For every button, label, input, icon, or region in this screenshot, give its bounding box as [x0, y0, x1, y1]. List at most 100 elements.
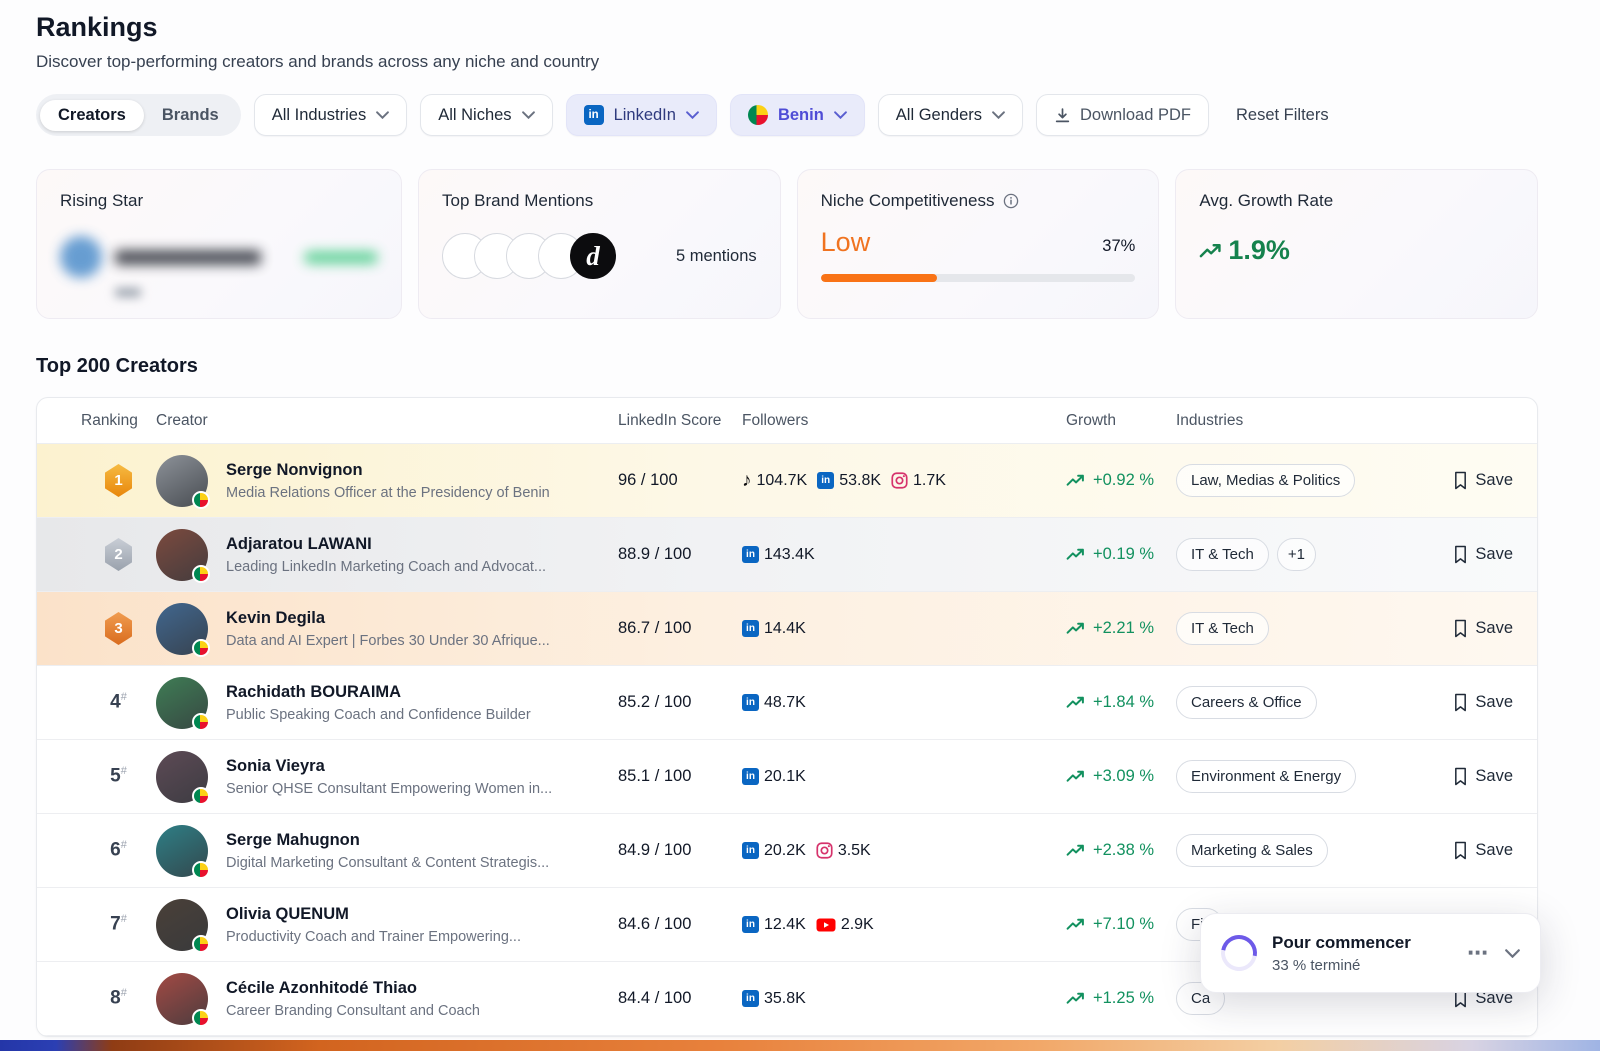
industry-extra-pill[interactable]: +1	[1277, 538, 1316, 571]
save-button[interactable]: Save	[1418, 767, 1513, 786]
trend-up-icon	[1066, 770, 1085, 783]
creator-name[interactable]: Olivia QUENUM	[226, 905, 521, 924]
rising-star-card: Rising Star	[36, 169, 402, 319]
trend-up-icon	[1066, 992, 1085, 1005]
table-row[interactable]: 1 Serge Nonvignon Media Relations Office…	[37, 444, 1537, 518]
table-row[interactable]: 2 Adjaratou LAWANI Leading LinkedIn Mark…	[37, 518, 1537, 592]
youtube-icon	[816, 918, 836, 932]
page-title: Rankings	[36, 12, 1538, 43]
linkedin-score: 96 / 100	[618, 471, 742, 490]
info-icon[interactable]	[1003, 193, 1019, 209]
rank-number: 4#	[110, 691, 127, 713]
linkedin-icon	[817, 472, 834, 489]
header-followers: Followers	[742, 412, 1066, 430]
chevron-down-icon	[376, 111, 389, 119]
onboarding-widget[interactable]: Pour commencer 33 % terminé	[1200, 913, 1541, 993]
header-creator: Creator	[156, 412, 618, 430]
creator-avatar	[156, 899, 208, 951]
linkedin-icon	[742, 768, 759, 785]
followers-cell: 14.4K	[742, 620, 1066, 638]
benin-flag-badge	[192, 787, 210, 805]
bookmark-icon	[1453, 471, 1468, 490]
creator-name[interactable]: Rachidath BOURAIMA	[226, 683, 531, 702]
creator-name[interactable]: Cécile Azonhitodé Thiao	[226, 979, 480, 998]
bottom-gradient-bar	[0, 1040, 1600, 1051]
industries-cell: Marketing & Sales	[1176, 834, 1418, 867]
table-row[interactable]: 6# Serge Mahugnon Digital Marketing Cons…	[37, 814, 1537, 888]
avg-growth-value: 1.9%	[1228, 235, 1290, 266]
onboarding-progress: 33 % terminé	[1272, 957, 1411, 974]
save-button[interactable]: Save	[1418, 471, 1513, 490]
creator-avatar	[156, 973, 208, 1025]
trend-up-icon	[1066, 844, 1085, 857]
chevron-down-icon	[992, 111, 1005, 119]
save-button[interactable]: Save	[1418, 545, 1513, 564]
creator-name[interactable]: Kevin Degila	[226, 609, 550, 628]
linkedin-icon	[742, 694, 759, 711]
follower-count-linkedin: 48.7K	[742, 694, 806, 712]
blurred-growth-badge	[304, 251, 378, 264]
industry-pill: Environment & Energy	[1176, 760, 1356, 793]
competitiveness-progress-fill	[821, 274, 937, 282]
industries-cell: IT & Tech+1	[1176, 538, 1418, 571]
creator-bio: Media Relations Officer at the Presidenc…	[226, 485, 550, 501]
creator-bio: Productivity Coach and Trainer Empowerin…	[226, 929, 521, 945]
creator-bio: Digital Marketing Consultant & Content S…	[226, 855, 549, 871]
save-button[interactable]: Save	[1418, 619, 1513, 638]
benin-flag-icon	[748, 105, 768, 125]
more-options-icon[interactable]	[1467, 943, 1488, 964]
benin-flag-badge	[192, 565, 210, 583]
save-button[interactable]: Save	[1418, 841, 1513, 860]
table-row[interactable]: 3 Kevin Degila Data and AI Expert | Forb…	[37, 592, 1537, 666]
industries-dropdown[interactable]: All Industries	[254, 94, 407, 136]
chevron-down-icon	[834, 111, 847, 119]
creator-name[interactable]: Serge Nonvignon	[226, 461, 550, 480]
niche-competitiveness-card: Niche Competitiveness Low 37%	[797, 169, 1160, 319]
follower-count-linkedin: 20.2K	[742, 842, 806, 860]
creator-bio: Data and AI Expert | Forbes 30 Under 30 …	[226, 633, 550, 649]
growth-cell: +2.38 %	[1066, 841, 1176, 860]
follower-count-linkedin: 12.4K	[742, 916, 806, 934]
linkedin-score: 84.9 / 100	[618, 841, 742, 860]
table-title: Top 200 Creators	[36, 355, 1538, 378]
industries-cell: Careers & Office	[1176, 686, 1418, 719]
toggle-creators[interactable]: Creators	[40, 100, 144, 131]
creator-avatar	[156, 529, 208, 581]
blurred-name	[115, 250, 261, 265]
linkedin-score: 84.6 / 100	[618, 915, 742, 934]
linkedin-icon	[742, 916, 759, 933]
growth-cell: +0.92 %	[1066, 471, 1176, 490]
industry-pill: Careers & Office	[1176, 686, 1317, 719]
platform-dropdown[interactable]: LinkedIn	[566, 94, 717, 136]
follower-count-linkedin: 35.8K	[742, 990, 806, 1008]
linkedin-score: 84.4 / 100	[618, 989, 742, 1008]
download-pdf-button[interactable]: Download PDF	[1036, 94, 1209, 136]
industries-cell: Law, Medias & Politics	[1176, 464, 1418, 497]
country-dropdown[interactable]: Benin	[730, 94, 865, 136]
card-title: Niche Competitiveness	[821, 191, 995, 211]
niches-dropdown[interactable]: All Niches	[420, 94, 552, 136]
toggle-brands[interactable]: Brands	[144, 100, 237, 131]
industry-pill: IT & Tech	[1176, 612, 1269, 645]
creator-name[interactable]: Adjaratou LAWANI	[226, 535, 546, 554]
header-industries: Industries	[1176, 412, 1418, 430]
creator-bio: Senior QHSE Consultant Empowering Women …	[226, 781, 552, 797]
growth-cell: +1.84 %	[1066, 693, 1176, 712]
creator-name[interactable]: Sonia Vieyra	[226, 757, 552, 776]
benin-flag-badge	[192, 1009, 210, 1027]
collapse-chevron-icon[interactable]	[1505, 949, 1520, 958]
reset-filters-button[interactable]: Reset Filters	[1236, 106, 1329, 125]
bookmark-icon	[1453, 545, 1468, 564]
linkedin-icon	[742, 620, 759, 637]
followers-cell: 20.1K	[742, 768, 1066, 786]
card-title: Rising Star	[60, 191, 143, 211]
table-row[interactable]: 5# Sonia Vieyra Senior QHSE Consultant E…	[37, 740, 1537, 814]
creator-name[interactable]: Serge Mahugnon	[226, 831, 549, 850]
brand-mentions-card: Top Brand Mentions d 5 mentions	[418, 169, 781, 319]
blurred-subtext	[115, 288, 141, 297]
table-row[interactable]: 4# Rachidath BOURAIMA Public Speaking Co…	[37, 666, 1537, 740]
followers-cell: 12.4K2.9K	[742, 916, 1066, 934]
follower-count-linkedin: 53.8K	[817, 472, 881, 490]
genders-dropdown[interactable]: All Genders	[878, 94, 1023, 136]
save-button[interactable]: Save	[1418, 693, 1513, 712]
